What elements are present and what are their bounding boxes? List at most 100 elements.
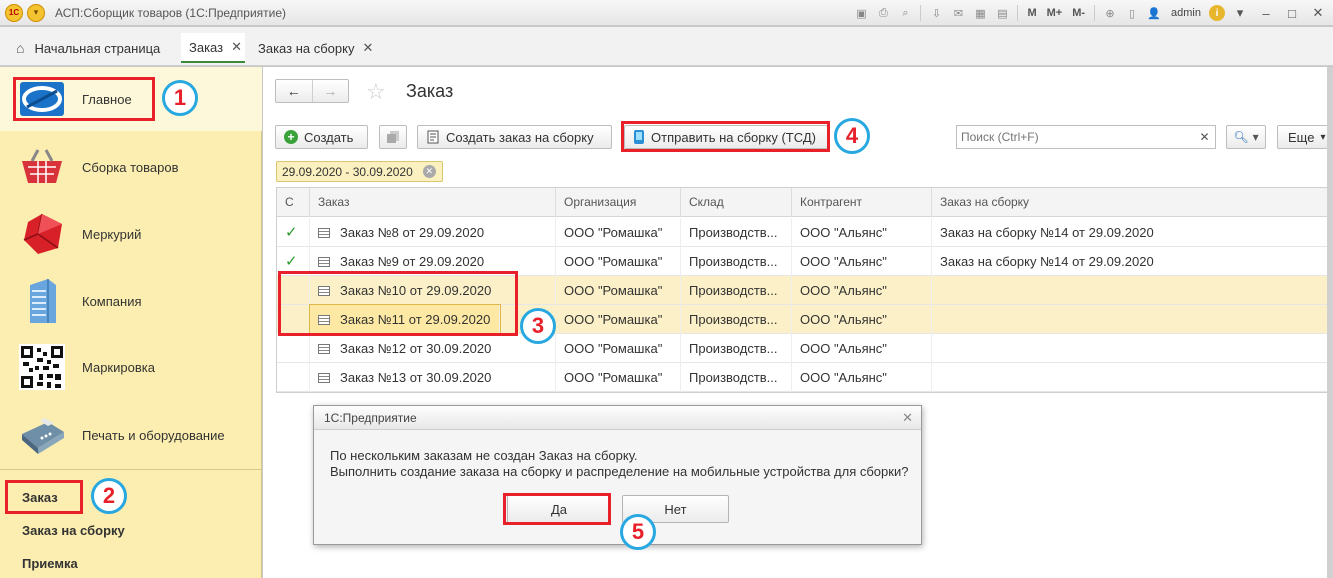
search-icon: 🔍︎ [1233,130,1249,144]
sidebar-item-label: Главное [82,91,132,107]
preview-icon[interactable]: ⌕ [896,4,914,22]
document-icon [318,256,330,267]
send-to-assembly-label: Отправить на сборку (ТСД) [651,129,816,145]
close-icon[interactable]: ✕ [231,39,242,55]
back-arrow-icon[interactable]: ← [276,80,312,102]
search-button[interactable]: 🔍︎ ▾ [1226,125,1266,149]
more-button-label: Еще [1288,129,1315,145]
sidebar-item-mercury[interactable]: Меркурий [18,204,141,264]
globe-icon [18,75,66,123]
close-icon[interactable]: ✕ [362,40,373,56]
order-cell: Заказ №10 от 29.09.2020 [310,276,556,305]
table-row[interactable]: ✓ Заказ №8 от 29.09.2020 ООО "Ромашка" П… [277,218,1333,247]
info-icon[interactable]: i [1209,5,1225,21]
status-check-icon: ✓ [277,218,310,247]
calendar-icon[interactable]: ▤ [993,4,1011,22]
column-header-order[interactable]: Заказ [310,188,556,217]
yes-button[interactable]: Да [507,495,611,523]
sidebar: Главное Сборка товаров Меркурий Компания… [0,67,262,578]
minimize-icon[interactable]: – [1255,3,1277,23]
table-row[interactable]: Заказ №12 от 30.09.2020 ООО "Ромашка" Пр… [277,334,1333,363]
calculator-icon[interactable]: ▦ [971,4,989,22]
document-icon [318,314,330,325]
clear-period-icon[interactable]: ✕ [422,165,436,178]
sidebar-item-label: Сборка товаров [82,159,179,175]
send-to-assembly-button[interactable]: Отправить на сборку (ТСД) [624,125,828,149]
zoom-icon[interactable]: ⊕ [1101,4,1119,22]
order-cell: Заказ №12 от 30.09.2020 [310,334,556,363]
create-assembly-order-button[interactable]: Создать заказ на сборку [417,125,612,149]
more-button[interactable]: Еще ▾ [1277,125,1333,149]
create-assembly-order-label: Создать заказ на сборку [446,129,594,145]
memory-add-button[interactable]: M+ [1044,7,1066,19]
qr-code-icon [18,343,66,391]
order-name: Заказ №12 от 30.09.2020 [340,341,492,356]
dialog-message: По нескольким заказам не создан Заказ на… [330,448,908,480]
sidebar-item-company[interactable]: Компания [18,271,142,331]
document-icon [318,343,330,354]
sidebar-item-assembly[interactable]: Сборка товаров [18,137,179,197]
counterparty-cell: ООО "Альянс" [792,276,932,305]
forward-arrow-icon[interactable]: → [311,80,349,102]
table-row[interactable]: Заказ №13 от 30.09.2020 ООО "Ромашка" Пр… [277,363,1333,392]
dialog-message-line: Выполнить создание заказа на сборку и ра… [330,464,909,479]
building-icon [18,277,66,325]
subsection-assembly-order[interactable]: Заказ на сборку [22,523,125,538]
tab-assembly-order[interactable]: Заказ на сборку ✕ [250,33,381,63]
window-edge [1327,67,1333,578]
assembly-order-cell: Заказ на сборку №14 от 29.09.2020 [932,247,1333,276]
order-cell: Заказ №13 от 30.09.2020 [310,363,556,392]
organization-cell: ООО "Ромашка" [556,276,681,305]
close-icon[interactable]: ✕ [902,406,913,430]
status-cell [277,363,310,392]
assembly-order-cell: Заказ на сборку №14 от 29.09.2020 [932,218,1333,247]
create-button-label: Создать [304,129,354,145]
close-icon[interactable]: ✕ [1307,3,1329,23]
save-icon[interactable]: ▣ [852,4,870,22]
sidebar-item-main[interactable]: Главное [18,69,132,129]
copy-button[interactable] [379,125,407,149]
table-row[interactable]: Заказ №10 от 29.09.2020 ООО "Ромашка" Пр… [277,276,1333,305]
subsection-order[interactable]: Заказ [22,490,58,505]
dialog-message-line: По нескольким заказам не создан Заказ на… [330,448,638,463]
subsection-receiving[interactable]: Приемка [22,556,78,571]
column-header-organization[interactable]: Организация [556,188,681,217]
copy-icon [387,131,399,143]
maximize-icon[interactable]: □ [1281,3,1303,23]
1c-logo-icon[interactable]: 1C [5,3,23,22]
favorite-star-icon[interactable]: ☆ [366,79,386,105]
create-button[interactable]: + Создать [275,125,368,149]
sidebar-item-marking[interactable]: Маркировка [18,337,155,397]
mail-icon[interactable]: ✉ [949,4,967,22]
memory-button[interactable]: M [1024,7,1039,19]
column-header-assembly-order[interactable]: Заказ на сборку [932,188,1333,217]
counterparty-cell: ООО "Альянс" [792,218,932,247]
tab-label: Заказ на сборку [258,40,355,56]
print-icon[interactable]: ⎙ [874,4,892,22]
memory-subtract-button[interactable]: M- [1069,7,1088,19]
panels-icon[interactable]: ▯ [1123,4,1141,22]
warehouse-cell: Производств... [681,218,792,247]
organization-cell: ООО "Ромашка" [556,363,681,392]
toolbar-divider [1017,5,1019,21]
link-icon[interactable]: ⇩ [927,4,945,22]
tab-order[interactable]: Заказ ✕ [181,33,245,63]
user-icon: 👤 [1147,7,1161,20]
printer-icon [18,411,66,459]
annotation-number: 3 [520,308,556,344]
table-row[interactable]: ✓ Заказ №9 от 29.09.2020 ООО "Ромашка" П… [277,247,1333,276]
sidebar-item-printing[interactable]: Печать и оборудование [18,405,225,465]
clear-search-icon[interactable]: ✕ [1194,125,1216,149]
user-name[interactable]: admin [1167,7,1205,19]
column-header-counterparty[interactable]: Контрагент [792,188,932,217]
cube-icon [18,210,66,258]
warehouse-cell: Производств... [681,276,792,305]
column-header-warehouse[interactable]: Склад [681,188,792,217]
menu-chevron-icon[interactable]: ▾ [1229,3,1251,23]
tab-home[interactable]: ⌂ Начальная страница [8,33,168,63]
table-row[interactable]: Заказ №11 от 29.09.2020 ООО "Ромашка" Пр… [277,304,1333,335]
column-header-status[interactable]: С [277,188,310,217]
search-input[interactable] [956,125,1216,149]
main-menu-chevron-icon[interactable]: ▾ [27,3,45,22]
period-filter[interactable]: 29.09.2020 - 30.09.2020 ✕ [276,161,443,182]
